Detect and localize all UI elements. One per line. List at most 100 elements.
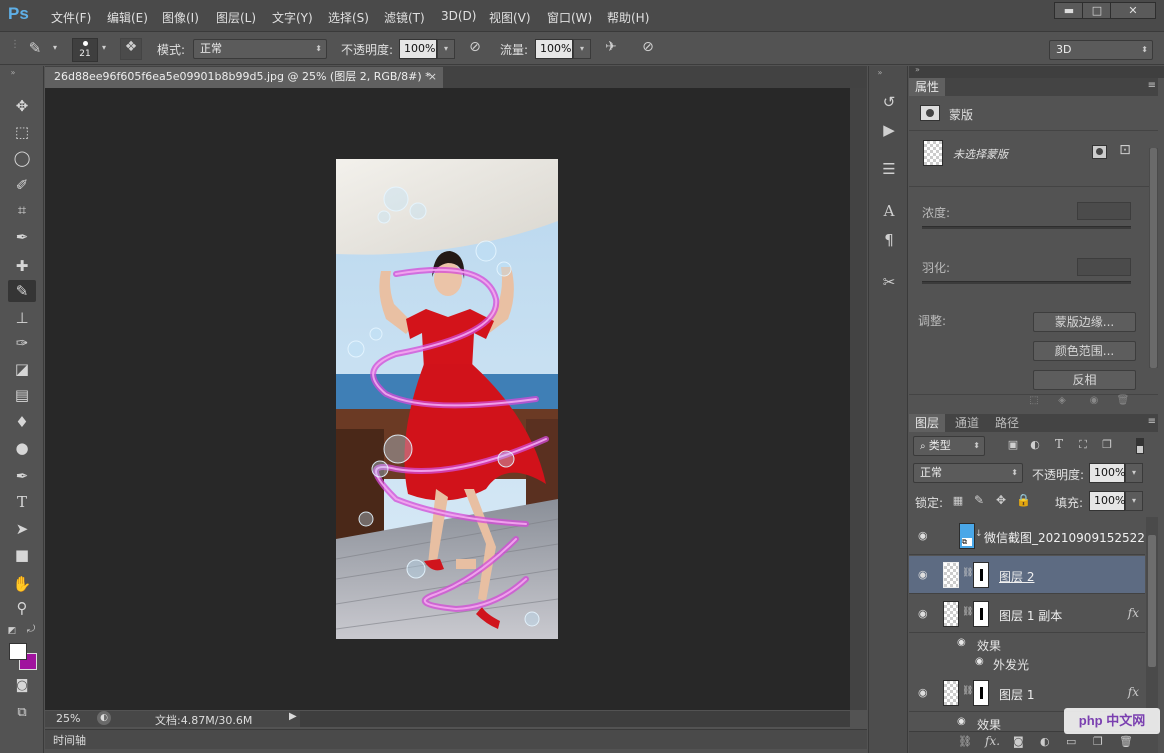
adjustment-layer-icon[interactable]: ◐ xyxy=(1040,735,1050,748)
lasso-tool-icon[interactable]: ◯ xyxy=(8,147,36,169)
layer-effects-icon[interactable]: fx xyxy=(1128,606,1139,620)
screen-mode-icon[interactable]: ⧉ xyxy=(8,702,36,724)
brush-size-picker[interactable]: 21 xyxy=(72,38,98,62)
blend-mode-select[interactable]: 正常 ⬍ xyxy=(913,463,1023,483)
new-group-icon[interactable]: ▭ xyxy=(1066,735,1076,748)
fill-input[interactable]: 100% xyxy=(1089,491,1125,511)
rectangle-tool-icon[interactable]: ■ xyxy=(8,544,36,566)
filter-type-icon[interactable]: T xyxy=(1051,437,1067,451)
maximize-button[interactable]: □ xyxy=(1082,2,1112,19)
mode-select[interactable]: 正常 ⬍ xyxy=(193,39,327,59)
visibility-eye-icon[interactable]: ◉ xyxy=(957,716,966,727)
menu-3d[interactable]: 3D(D) xyxy=(441,9,476,23)
collapse-icon[interactable]: » xyxy=(873,68,887,77)
chain-link-icon[interactable]: ⛓ xyxy=(962,607,973,617)
crop-tool-icon[interactable]: ⌗ xyxy=(8,199,36,221)
lock-image-icon[interactable]: ✎ xyxy=(972,493,986,507)
tab-layers[interactable]: 图层 xyxy=(909,414,946,432)
vector-mask-icon[interactable]: ⊡ xyxy=(1116,142,1134,158)
layer-comps-icon[interactable]: ☰ xyxy=(877,158,901,180)
hand-tool-icon[interactable]: ✋ xyxy=(8,573,36,595)
delete-layer-icon[interactable]: 🗑 xyxy=(1119,735,1133,748)
chain-link-icon[interactable]: ⛓ xyxy=(962,568,973,578)
eraser-tool-icon[interactable]: ◪ xyxy=(8,358,36,380)
path-select-tool-icon[interactable]: ➤ xyxy=(8,518,36,540)
menu-file[interactable]: 文件(F) xyxy=(51,9,91,26)
move-tool-icon[interactable]: ✥ xyxy=(8,95,36,117)
filter-smart-object-icon[interactable]: ❐ xyxy=(1099,438,1115,451)
visibility-eye-icon[interactable]: ◉ xyxy=(918,686,932,699)
lock-all-icon[interactable]: 🔒 xyxy=(1016,493,1031,507)
menu-select[interactable]: 选择(S) xyxy=(328,9,369,26)
history-icon[interactable]: ↺ xyxy=(877,91,901,113)
delete-mask-icon[interactable]: 🗑 xyxy=(1116,395,1130,406)
invert-button[interactable]: 反相 xyxy=(1033,370,1136,390)
close-icon[interactable]: × xyxy=(428,67,437,87)
filter-toggle[interactable] xyxy=(1136,438,1144,454)
layer-effects-icon[interactable]: fx xyxy=(1128,685,1139,699)
swap-colors-icon[interactable]: ⤾ xyxy=(24,624,38,635)
quick-select-tool-icon[interactable]: ✐ xyxy=(8,174,36,196)
load-selection-icon[interactable]: ⬚ xyxy=(1027,395,1041,406)
gradient-tool-icon[interactable]: ▤ xyxy=(8,384,36,406)
layer-row-selected[interactable]: ◉ ⛓ 图层 2 xyxy=(909,556,1145,594)
visibility-eye-icon[interactable]: ◉ xyxy=(918,529,932,542)
blur-tool-icon[interactable]: ♦ xyxy=(8,411,36,433)
zoom-tool-icon[interactable]: ⚲ xyxy=(8,597,36,619)
close-button[interactable]: ✕ xyxy=(1110,2,1156,19)
outer-glow-effect-row[interactable]: ◉ 外发光 xyxy=(909,654,1145,673)
lock-transparent-icon[interactable]: ▦ xyxy=(951,494,965,507)
eyedropper-tool-icon[interactable]: ✒ xyxy=(8,226,36,248)
link-layers-icon[interactable]: ⛓ xyxy=(958,735,972,748)
layer-name[interactable]: 图层 1 副本 xyxy=(999,607,1062,624)
panel-menu-icon[interactable]: ≡ xyxy=(1148,416,1156,427)
brush-panel-toggle-icon[interactable]: ❖ xyxy=(120,38,142,60)
density-input[interactable] xyxy=(1077,202,1131,220)
layer-name[interactable]: 图层 2 xyxy=(999,568,1034,585)
history-brush-tool-icon[interactable]: ✑ xyxy=(8,332,36,354)
visibility-eye-icon[interactable]: ◉ xyxy=(918,607,932,620)
menu-layer[interactable]: 图层(L) xyxy=(216,9,256,26)
color-range-button[interactable]: 颜色范围... xyxy=(1033,341,1136,361)
pen-tool-icon[interactable]: ✒ xyxy=(8,465,36,487)
menu-filter[interactable]: 滤镜(T) xyxy=(384,9,425,26)
chain-link-icon[interactable]: ⛓ xyxy=(962,686,973,696)
workspace-select[interactable]: 3D ⬍ xyxy=(1049,40,1153,60)
collapse-icon[interactable]: » xyxy=(915,65,920,74)
tab-properties[interactable]: 属性 xyxy=(909,78,946,96)
layer-opacity-input[interactable]: 100% xyxy=(1089,463,1125,483)
pressure-size-icon[interactable]: ⊘ xyxy=(637,39,659,55)
layer-mask-thumbnail[interactable] xyxy=(973,601,989,627)
tool-presets-icon[interactable]: ✂ xyxy=(877,271,901,293)
pixel-mask-icon[interactable] xyxy=(1092,145,1107,159)
effects-group-row[interactable]: ◉ 效果 xyxy=(909,635,1145,654)
apply-mask-icon[interactable]: ◈ xyxy=(1055,395,1069,406)
layer-mask-thumbnail[interactable] xyxy=(973,562,989,588)
document-tab[interactable]: 26d88ee96f605f6ea5e09901b8b99d5.jpg @ 25… xyxy=(45,67,443,88)
layer-name[interactable]: 图层 1 xyxy=(999,686,1034,703)
zoom-level[interactable]: 25% xyxy=(56,712,80,725)
layer-opacity-dropdown[interactable]: ▾ xyxy=(1125,463,1143,483)
fill-dropdown[interactable]: ▾ xyxy=(1125,491,1143,511)
menu-type[interactable]: 文字(Y) xyxy=(272,9,313,26)
horizontal-scrollbar[interactable] xyxy=(300,711,850,727)
actions-play-icon[interactable]: ▶ xyxy=(877,119,901,141)
collapse-icon[interactable]: » xyxy=(6,68,20,77)
foreground-color-swatch[interactable] xyxy=(9,643,27,660)
menu-view[interactable]: 视图(V) xyxy=(489,9,531,26)
opacity-dropdown[interactable]: ▾ xyxy=(437,39,455,59)
properties-scrollbar[interactable] xyxy=(1149,148,1158,368)
flow-dropdown[interactable]: ▾ xyxy=(573,39,591,59)
status-menu-arrow-icon[interactable]: ▶ xyxy=(289,711,297,722)
doc-info-icon[interactable]: ◐ xyxy=(97,711,111,725)
panel-menu-icon[interactable]: ≡ xyxy=(1148,80,1156,91)
visibility-eye-icon[interactable]: ◉ xyxy=(957,637,966,648)
layer-row[interactable]: ◉ ↓ ⧉ 微信截图_20210909152522 xyxy=(909,517,1145,555)
chevron-down-icon[interactable]: ▾ xyxy=(50,43,60,52)
filter-adjustment-icon[interactable]: ◐ xyxy=(1027,438,1043,451)
feather-input[interactable] xyxy=(1077,258,1131,276)
brush-tool-icon[interactable]: ✎ xyxy=(8,280,36,302)
feather-slider[interactable] xyxy=(922,281,1131,284)
timeline-label[interactable]: 时间轴 xyxy=(53,732,86,748)
tab-paths[interactable]: 路径 xyxy=(989,414,1026,432)
